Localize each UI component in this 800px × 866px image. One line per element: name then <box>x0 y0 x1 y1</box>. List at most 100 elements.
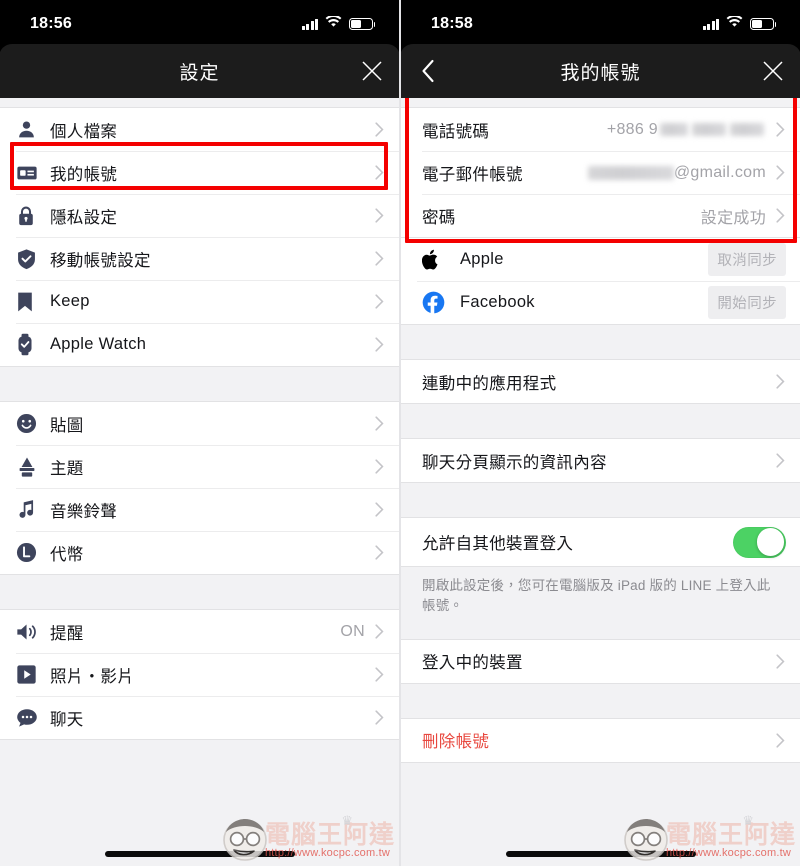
person-icon <box>16 119 50 140</box>
page-title: 設定 <box>179 62 220 84</box>
row-label: 刪除帳號 <box>422 733 490 751</box>
allow-login-toggle[interactable] <box>733 526 786 558</box>
list-gap <box>401 404 800 438</box>
sidebar-item-notifications[interactable]: 提醒 ON <box>0 610 399 653</box>
chevron-right-icon <box>373 208 385 223</box>
close-icon <box>762 60 784 82</box>
row-delete-account[interactable]: 刪除帳號 <box>401 718 800 762</box>
status-icons <box>702 11 777 33</box>
row-apple-sync[interactable]: Apple 取消同步 <box>401 238 800 281</box>
row-label: 聊天分頁顯示的資訊內容 <box>422 453 607 472</box>
sidebar-item-label: 音樂鈴聲 <box>50 502 118 521</box>
phone-prefix: +886 9 <box>606 120 658 138</box>
settings-group-account: 個人檔案 我的帳號 隱私設定 移動帳號設定 Keep Apple Watch <box>0 107 399 367</box>
sidebar-item-ringtone[interactable]: 音樂鈴聲 <box>0 488 399 531</box>
sidebar-item-profile[interactable]: 個人檔案 <box>0 108 399 151</box>
linked-apps-group: 連動中的應用程式 <box>401 359 800 404</box>
sidebar-item-coins[interactable]: 代幣 <box>0 531 399 574</box>
row-label: 密碼 <box>422 208 456 227</box>
row-logged-in-devices[interactable]: 登入中的裝置 <box>401 639 800 683</box>
left-phone-screen: 18:56 設定 個人檔案 我的帳號 隱私設定 移動帳號設定 Keep Appl… <box>0 0 399 866</box>
chevron-right-icon <box>774 453 786 468</box>
settings-list-left: 個人檔案 我的帳號 隱私設定 移動帳號設定 Keep Apple Watch 貼… <box>0 98 399 866</box>
phone-number-value: +886 9 <box>607 121 766 139</box>
sidebar-item-label: 主題 <box>50 459 84 478</box>
right-phone-screen: 18:58 我的帳號 電話號碼 +886 9 電子郵件帳號 @gmail.com… <box>399 0 800 866</box>
page-title: 我的帳號 <box>560 62 641 84</box>
status-bar-right: 18:58 <box>401 0 800 44</box>
sidebar-item-label: 提醒 <box>50 624 84 643</box>
chevron-right-icon <box>373 459 385 474</box>
status-bar-left: 18:56 <box>0 0 399 44</box>
row-label: Facebook <box>460 293 535 311</box>
list-gap <box>401 98 800 107</box>
logged-in-devices-group: 登入中的裝置 <box>401 638 800 684</box>
list-gap <box>401 683 800 718</box>
chevron-right-icon <box>373 667 385 682</box>
bookmark-icon <box>16 291 50 313</box>
play-box-icon <box>16 664 50 685</box>
brush-icon <box>16 456 50 478</box>
allow-login-note: 開啟此設定後，您可在電腦版及 iPad 版的 LINE 上登入此帳號。 <box>401 567 800 630</box>
back-button[interactable] <box>401 44 456 98</box>
facebook-sync-button[interactable]: 開始同步 <box>708 286 786 319</box>
sidebar-item-value: ON <box>340 622 365 640</box>
list-gap <box>401 325 800 359</box>
sidebar-item-stickers[interactable]: 貼圖 <box>0 402 399 445</box>
chevron-right-icon <box>373 502 385 517</box>
watch-icon <box>16 333 50 356</box>
nav-bar-right: 我的帳號 <box>401 44 800 98</box>
smiley-icon <box>16 413 50 434</box>
row-label: 連動中的應用程式 <box>422 374 557 393</box>
list-gap <box>401 629 800 639</box>
sidebar-item-label: 照片・影片 <box>50 667 134 686</box>
account-list-right: 電話號碼 +886 9 電子郵件帳號 @gmail.com 密碼 設定成功 Ap… <box>401 98 800 866</box>
chevron-right-icon <box>373 710 385 725</box>
sidebar-item-keep[interactable]: Keep <box>0 280 399 323</box>
coin-icon <box>16 542 50 563</box>
sidebar-item-my-account[interactable]: 我的帳號 <box>0 151 399 194</box>
chevron-right-icon <box>373 545 385 560</box>
back-chevron-icon <box>421 59 435 83</box>
row-phone-number[interactable]: 電話號碼 +886 9 <box>401 108 800 151</box>
nav-bar-left: 設定 <box>0 44 399 98</box>
dual-screenshot-container: 18:56 設定 個人檔案 我的帳號 隱私設定 移動帳號設定 Keep Appl… <box>0 0 800 866</box>
row-allow-other-device-login[interactable]: 允許自其他裝置登入 <box>401 518 800 566</box>
chevron-right-icon <box>774 374 786 389</box>
cellular-signal-icon <box>301 18 318 30</box>
close-button[interactable] <box>344 44 399 98</box>
row-facebook-sync[interactable]: Facebook 開始同步 <box>401 281 800 324</box>
sidebar-item-theme[interactable]: 主題 <box>0 445 399 488</box>
music-note-icon <box>16 499 50 520</box>
apple-sync-button[interactable]: 取消同步 <box>708 243 786 276</box>
password-status: 設定成功 <box>700 209 766 227</box>
row-linked-apps[interactable]: 連動中的應用程式 <box>401 360 800 403</box>
close-icon <box>361 60 383 82</box>
list-gap <box>0 98 399 107</box>
close-button[interactable] <box>745 44 800 98</box>
row-email-account[interactable]: 電子郵件帳號 @gmail.com <box>401 151 800 194</box>
home-indicator <box>401 851 800 857</box>
wifi-icon <box>325 14 342 33</box>
cellular-signal-icon <box>702 18 719 30</box>
chevron-right-icon <box>373 337 385 352</box>
chevron-right-icon <box>774 165 786 180</box>
id-card-icon <box>16 162 50 184</box>
speaker-icon <box>16 622 50 642</box>
sidebar-item-label: 隱私設定 <box>50 208 118 227</box>
row-chat-tab-info[interactable]: 聊天分頁顯示的資訊內容 <box>401 439 800 482</box>
sidebar-item-apple-watch[interactable]: Apple Watch <box>0 323 399 366</box>
nav-bar-wrap-right: 我的帳號 <box>401 44 800 98</box>
status-clock: 18:56 <box>30 15 72 32</box>
chevron-right-icon <box>373 416 385 431</box>
list-gap <box>401 483 800 517</box>
sidebar-item-photos-videos[interactable]: 照片・影片 <box>0 653 399 696</box>
sidebar-item-privacy[interactable]: 隱私設定 <box>0 194 399 237</box>
settings-group-personalization: 貼圖 主題 音樂鈴聲 代幣 <box>0 401 399 575</box>
row-label: 登入中的裝置 <box>422 654 523 672</box>
sidebar-item-chats[interactable]: 聊天 <box>0 696 399 739</box>
row-password[interactable]: 密碼 設定成功 <box>401 194 800 237</box>
row-label: Apple <box>460 250 504 268</box>
sidebar-item-move-account[interactable]: 移動帳號設定 <box>0 237 399 280</box>
list-gap <box>0 367 399 401</box>
